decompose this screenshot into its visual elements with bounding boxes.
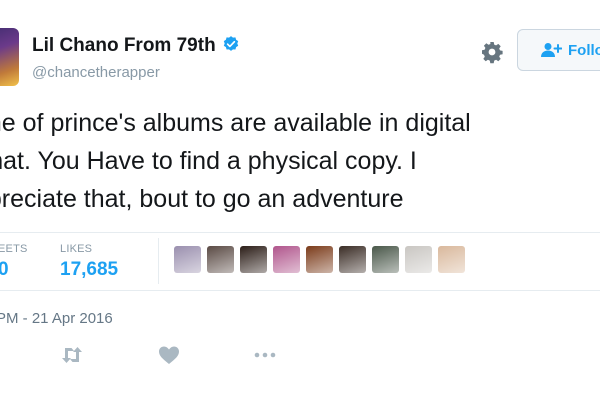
divider [158, 238, 159, 284]
retweets-stat[interactable]: EETS 0 [0, 243, 28, 281]
divider [0, 290, 600, 291]
liker-avatars [174, 246, 465, 273]
likes-label: LIKES [60, 243, 93, 255]
tweet-line: ppreciate that, bout to go an adventure [0, 185, 404, 213]
tweet-text: one of prince's albums are available in … [0, 104, 600, 218]
divider [0, 232, 600, 233]
heart-icon[interactable] [157, 345, 181, 365]
tweet-line: rmat. You Have to find a physical copy. … [0, 147, 417, 175]
liker-avatar-2[interactable] [207, 246, 234, 273]
liker-avatar-5[interactable] [306, 246, 333, 273]
avatar[interactable] [0, 28, 19, 86]
liker-avatar-3[interactable] [240, 246, 267, 273]
liker-avatar-7[interactable] [372, 246, 399, 273]
tweet-line: one of prince's albums are available in … [0, 109, 471, 137]
retweets-count[interactable]: 0 [0, 259, 28, 281]
add-user-icon [541, 43, 562, 57]
liker-avatar-1[interactable] [174, 246, 201, 273]
gear-icon[interactable] [480, 40, 504, 64]
liker-avatar-6[interactable] [339, 246, 366, 273]
user-handle[interactable]: @chancetherapper [32, 64, 160, 81]
tweet-timestamp[interactable]: PM - 21 Apr 2016 [0, 310, 113, 327]
more-icon[interactable] [253, 345, 277, 365]
likes-stat[interactable]: LIKES 17,685 [60, 243, 118, 281]
follow-button[interactable]: Follo [517, 29, 600, 71]
display-name[interactable]: Lil Chano From 79th [32, 35, 240, 57]
verified-badge-icon [223, 36, 238, 51]
liker-avatar-9[interactable] [438, 246, 465, 273]
liker-avatar-8[interactable] [405, 246, 432, 273]
liker-avatar-4[interactable] [273, 246, 300, 273]
retweets-label: EETS [0, 243, 28, 255]
display-name-text[interactable]: Lil Chano From 79th [32, 35, 216, 56]
follow-button-label: Follo [568, 41, 600, 59]
likes-count[interactable]: 17,685 [60, 259, 118, 281]
retweet-icon[interactable] [60, 345, 84, 365]
